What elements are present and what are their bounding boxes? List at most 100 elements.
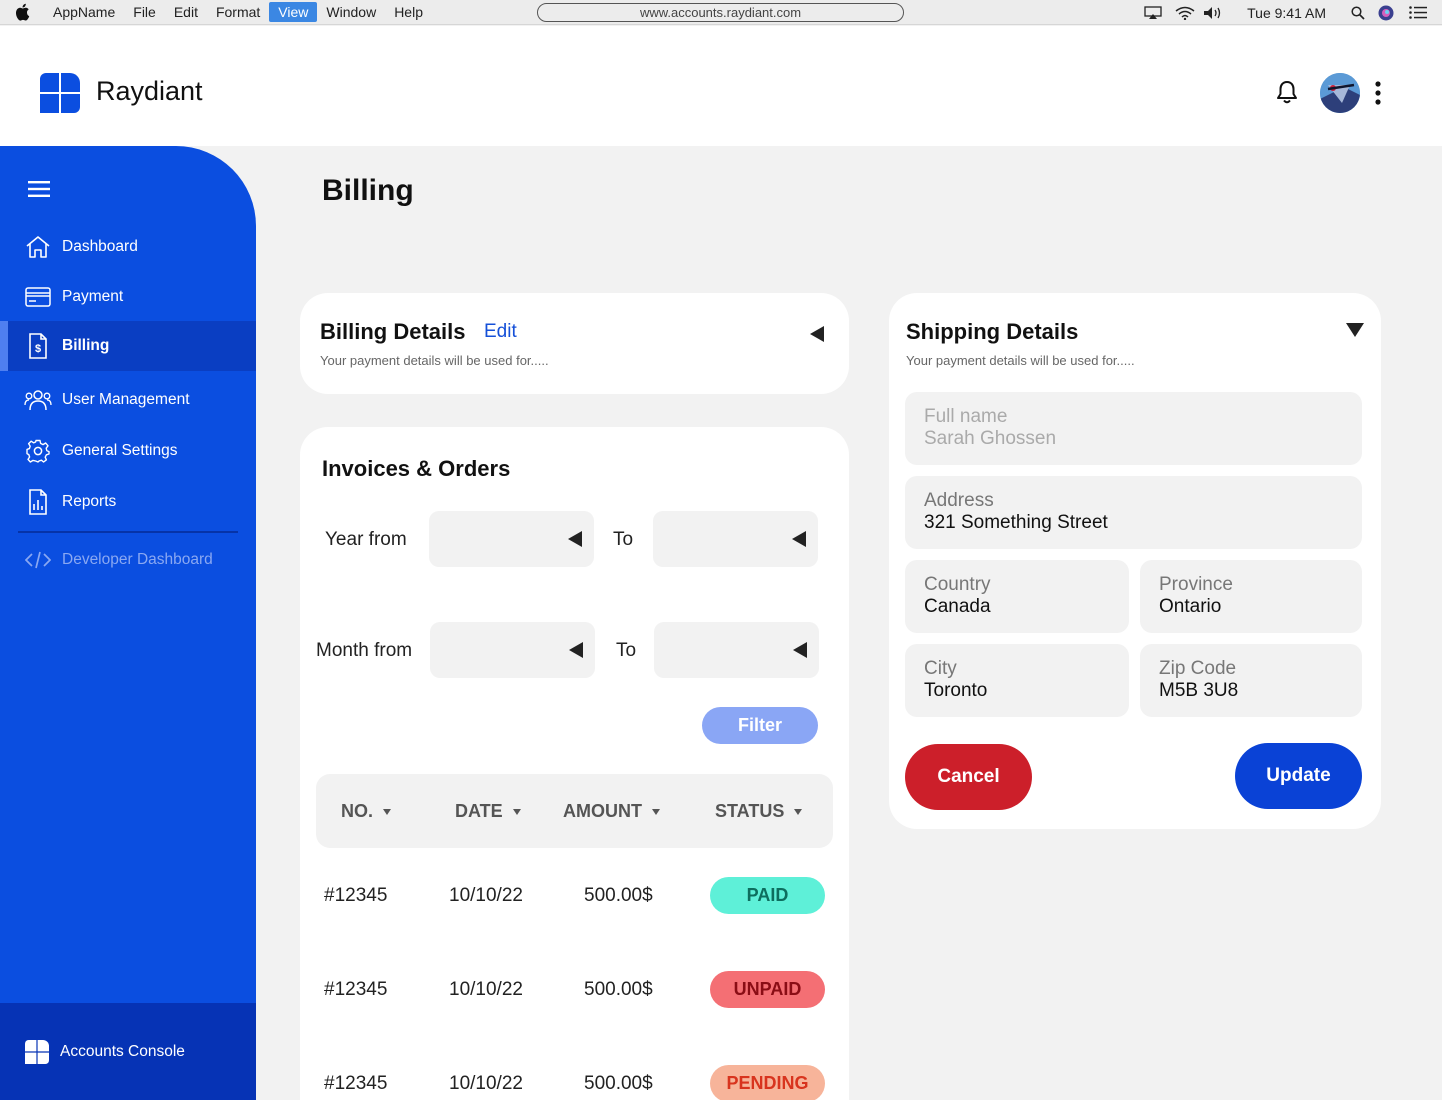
table-row[interactable]: #12345 10/10/22 500.00$ UNPAID (300, 971, 849, 1011)
menu-edit[interactable]: Edit (165, 2, 207, 22)
sidebar: Dashboard Payment $ Billing User Managem… (0, 146, 256, 1100)
code-icon (0, 550, 62, 570)
expand-billing-toggle[interactable] (810, 326, 824, 342)
field-value: 321 Something Street (924, 512, 1108, 533)
menu-file[interactable]: File (124, 2, 165, 22)
wifi-icon[interactable] (1173, 0, 1197, 25)
volume-icon[interactable] (1201, 0, 1227, 25)
menu-format[interactable]: Format (207, 2, 269, 22)
column-amount[interactable]: AMOUNT (563, 801, 660, 822)
update-button[interactable]: Update (1235, 743, 1362, 809)
billing-details-subtitle: Your payment details will be used for...… (320, 353, 549, 368)
brand-name: Raydiant (96, 76, 203, 106)
sidebar-item-billing[interactable]: $ Billing (0, 321, 256, 371)
field-label: Province (1159, 574, 1233, 595)
column-no[interactable]: NO. (341, 801, 392, 822)
country-field[interactable]: Country Canada (905, 560, 1129, 633)
sort-caret-icon (383, 808, 392, 815)
year-to-label: To (613, 529, 634, 550)
sidebar-item-dashboard[interactable]: Dashboard (0, 222, 256, 272)
sidebar-item-general-settings[interactable]: General Settings (0, 426, 256, 476)
spotlight-search-icon[interactable] (1348, 0, 1368, 25)
field-label: City (924, 658, 957, 679)
caret-left-icon (810, 326, 824, 342)
edit-billing-link[interactable]: Edit (484, 321, 517, 343)
column-status[interactable]: STATUS (715, 801, 803, 822)
invoice-number: #12345 (324, 979, 388, 1000)
cancel-button[interactable]: Cancel (905, 744, 1032, 810)
notification-center-icon[interactable] (1408, 0, 1428, 25)
column-label: AMOUNT (563, 801, 642, 821)
raydiant-logo-icon (0, 1039, 60, 1064)
apple-icon[interactable] (0, 3, 44, 21)
airplay-icon[interactable] (1141, 0, 1165, 25)
app-header: Raydiant (0, 26, 1442, 146)
month-to-select[interactable] (654, 622, 819, 678)
invoices-orders-card: Invoices & Orders Year from To Month fro… (300, 427, 849, 1100)
caret-left-icon (569, 642, 583, 658)
month-from-select[interactable] (430, 622, 595, 678)
billing-details-title: Billing Details (320, 319, 466, 344)
menu-view[interactable]: View (269, 2, 318, 22)
users-icon (0, 389, 62, 411)
column-label: STATUS (715, 801, 785, 821)
invoice-date: 10/10/22 (449, 979, 523, 1000)
report-icon (0, 489, 62, 515)
shipping-details-title: Shipping Details (906, 319, 1079, 344)
notification-bell-icon[interactable] (1276, 80, 1298, 109)
shipping-details-subtitle: Your payment details will be used for...… (906, 353, 1135, 368)
year-from-select[interactable] (429, 511, 594, 567)
menu-window[interactable]: Window (317, 2, 385, 22)
caret-down-icon (1346, 323, 1364, 337)
credit-card-icon (0, 287, 62, 307)
hamburger-menu-icon[interactable] (28, 180, 50, 203)
column-date[interactable]: DATE (455, 801, 521, 822)
status-badge: UNPAID (710, 971, 825, 1008)
caret-left-icon (793, 642, 807, 658)
invoice-number: #12345 (324, 885, 388, 906)
billing-details-card: Billing Details Edit Your payment detail… (300, 293, 849, 394)
sidebar-item-label: Payment (62, 288, 124, 305)
more-options-icon[interactable] (1370, 81, 1386, 110)
sidebar-item-reports[interactable]: Reports (0, 477, 256, 527)
filter-button[interactable]: Filter (702, 707, 818, 744)
invoice-table-header: NO. DATE AMOUNT STATUS (316, 774, 833, 848)
field-label: Address (924, 490, 994, 511)
sort-caret-icon (794, 808, 803, 815)
clock[interactable]: Tue 9:41 AM (1247, 0, 1326, 25)
field-label: Full name (924, 406, 1008, 427)
sidebar-item-user-management[interactable]: User Management (0, 375, 256, 425)
avatar[interactable] (1320, 73, 1360, 113)
sidebar-item-developer-dashboard[interactable]: Developer Dashboard (0, 535, 256, 585)
invoice-number: #12345 (324, 1073, 388, 1094)
menu-appname[interactable]: AppName (44, 2, 124, 22)
url-bar[interactable]: www.accounts.raydiant.com (537, 3, 904, 22)
field-value: M5B 3U8 (1159, 680, 1239, 701)
menu-bar: AppName File Edit Format View Window Hel… (0, 0, 1442, 25)
full-name-field[interactable]: Full name Sarah Ghossen (905, 392, 1362, 465)
invoice-amount: 500.00$ (584, 979, 653, 1000)
table-row[interactable]: #12345 10/10/22 500.00$ PENDING (300, 1065, 849, 1100)
sort-caret-icon (512, 808, 521, 815)
collapse-shipping-toggle[interactable] (1346, 323, 1364, 337)
invoice-amount: 500.00$ (584, 885, 653, 906)
sidebar-item-payment[interactable]: Payment (0, 272, 256, 322)
column-label: DATE (455, 801, 503, 821)
caret-left-icon (568, 531, 582, 547)
address-field[interactable]: Address 321 Something Street (905, 476, 1362, 549)
field-label: Zip Code (1159, 658, 1237, 679)
raydiant-logo-icon[interactable] (40, 73, 80, 113)
invoice-icon: $ (0, 333, 62, 359)
year-to-select[interactable] (653, 511, 818, 567)
accounts-console-switcher[interactable]: Accounts Console (0, 1003, 256, 1100)
city-field[interactable]: City Toronto (905, 644, 1129, 717)
home-icon (0, 235, 62, 259)
table-row[interactable]: #12345 10/10/22 500.00$ PAID (300, 877, 849, 917)
siri-icon[interactable] (1376, 0, 1396, 25)
sidebar-item-label: Billing (62, 337, 110, 354)
province-field[interactable]: Province Ontario (1140, 560, 1362, 633)
menu-help[interactable]: Help (385, 2, 432, 22)
zip-code-field[interactable]: Zip Code M5B 3U8 (1140, 644, 1362, 717)
month-from-label: Month from (316, 640, 413, 661)
column-label: NO. (341, 801, 374, 821)
